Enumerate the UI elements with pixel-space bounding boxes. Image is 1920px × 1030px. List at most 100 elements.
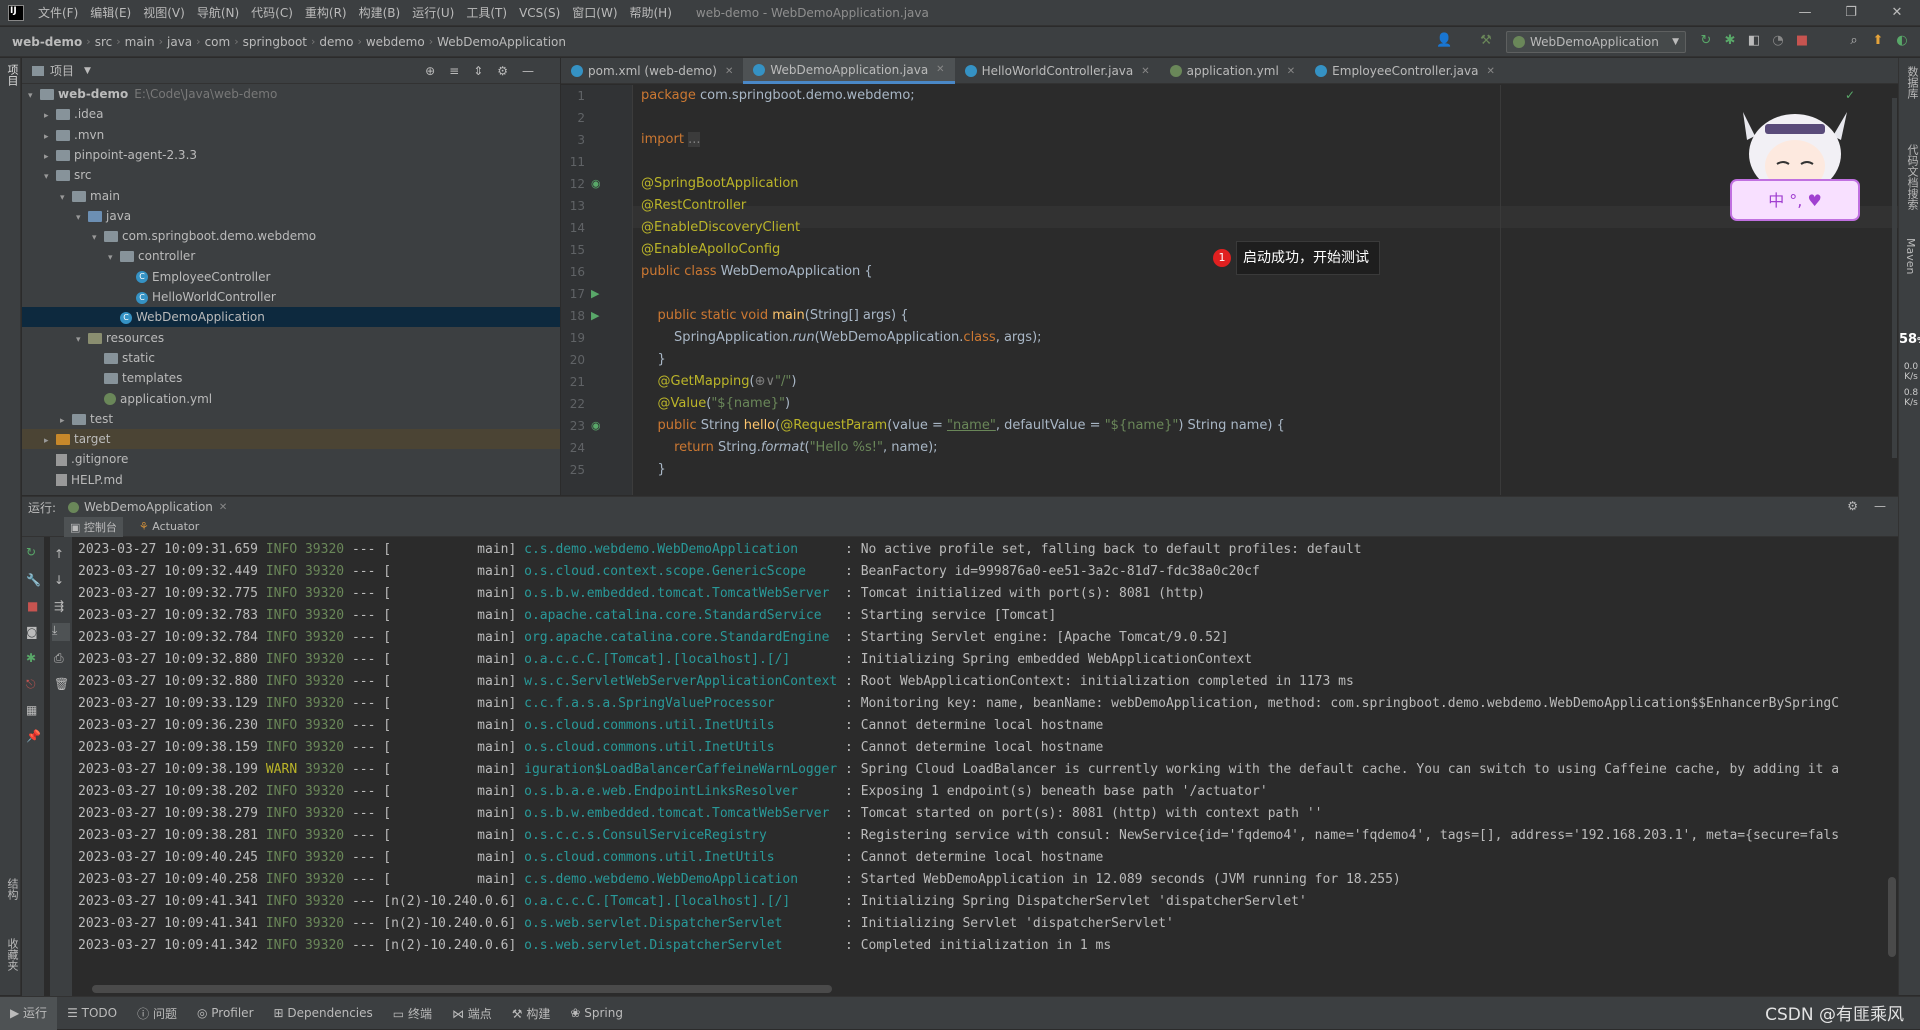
console-vscrollbar[interactable] bbox=[1888, 877, 1896, 957]
update-icon[interactable]: ⬆ bbox=[1870, 33, 1886, 49]
run-config-select[interactable]: WebDemoApplication ▼ bbox=[1506, 31, 1686, 53]
doc-search-tool-tab[interactable]: 代码文档搜索 bbox=[1904, 144, 1920, 210]
exit-icon[interactable]: ⎋ bbox=[26, 677, 36, 692]
expanded-arrow-icon[interactable]: ▾ bbox=[108, 248, 120, 268]
editor-scrollbar[interactable] bbox=[1892, 98, 1897, 458]
favorites-tool-tab[interactable]: 收藏夹 bbox=[4, 938, 20, 971]
close-button[interactable]: ✕ bbox=[1874, 0, 1920, 26]
collapsed-arrow-icon[interactable]: ▸ bbox=[44, 431, 56, 451]
editor-tab[interactable]: HelloWorldController.java ✕ bbox=[955, 58, 1160, 84]
scroll-to-end-icon[interactable]: ⤓ bbox=[52, 623, 70, 641]
database-tool-tab[interactable]: 数据库 bbox=[1904, 66, 1920, 99]
breadcrumb-item[interactable]: WebDemoApplication bbox=[433, 35, 570, 49]
tree-item[interactable]: ▸ .idea bbox=[22, 104, 560, 124]
minimize-panel-icon[interactable]: — bbox=[1874, 499, 1886, 513]
stop-icon[interactable]: ■ bbox=[1794, 33, 1810, 49]
arrow-down-icon[interactable]: ↓ bbox=[54, 573, 64, 587]
menu-item[interactable]: 窗口(W) bbox=[566, 0, 623, 26]
menu-item[interactable]: 帮助(H) bbox=[624, 0, 678, 26]
close-icon[interactable]: ✕ bbox=[936, 64, 944, 75]
status-tab-endpoints[interactable]: ⋈ 端点 bbox=[442, 1005, 502, 1022]
tree-item[interactable]: ▾ web-demo E:\Code\Java\web-demo bbox=[22, 84, 560, 104]
expanded-arrow-icon[interactable]: ▾ bbox=[76, 330, 88, 350]
expanded-arrow-icon[interactable]: ▾ bbox=[28, 86, 40, 106]
wrench-icon[interactable]: 🔧 bbox=[26, 573, 41, 587]
stop-icon[interactable]: ■ bbox=[27, 599, 38, 613]
run-gutter-icon[interactable]: ▶ bbox=[591, 309, 599, 322]
editor-tab[interactable]: WebDemoApplication.java ✕ bbox=[743, 58, 955, 84]
breadcrumb-item[interactable]: main bbox=[121, 35, 159, 49]
bean-icon[interactable]: ◉ bbox=[591, 419, 601, 432]
soft-wrap-icon[interactable]: ⇶ bbox=[54, 599, 64, 613]
tree-item[interactable]: ▸ pinpoint-agent-2.3.3 bbox=[22, 145, 560, 165]
console-hscrollbar[interactable] bbox=[92, 985, 832, 993]
user-icon[interactable]: 👤 bbox=[1436, 33, 1452, 49]
panel-actions[interactable]: ⊕≡⇕⚙— bbox=[425, 64, 548, 78]
tree-item[interactable]: ▾ src bbox=[22, 165, 560, 185]
menu-item[interactable]: 文件(F) bbox=[32, 0, 84, 26]
close-icon[interactable]: ✕ bbox=[725, 66, 733, 77]
search-icon[interactable]: ⌕ bbox=[1846, 33, 1862, 49]
tree-item[interactable]: static bbox=[22, 348, 560, 368]
editor-tab[interactable]: application.yml ✕ bbox=[1160, 58, 1306, 84]
menu-item[interactable]: 运行(U) bbox=[406, 0, 460, 26]
tree-item[interactable]: .gitignore bbox=[22, 449, 560, 469]
rerun-icon[interactable]: ↻ bbox=[26, 545, 36, 559]
tab-actuator[interactable]: ⚘ Actuator bbox=[133, 518, 205, 535]
maven-tool-tab[interactable]: Maven bbox=[1904, 238, 1917, 274]
tree-item[interactable]: ▾ main bbox=[22, 186, 560, 206]
close-icon[interactable]: ✕ bbox=[1487, 66, 1495, 77]
status-tab-problems[interactable]: ⓘ 问题 bbox=[127, 1005, 187, 1022]
collapsed-arrow-icon[interactable]: ▸ bbox=[60, 411, 72, 431]
project-panel-title[interactable]: 项目 bbox=[50, 62, 74, 79]
trash-icon[interactable]: 🗑 bbox=[54, 677, 69, 691]
breadcrumb-item[interactable]: springboot bbox=[239, 35, 311, 49]
tree-item[interactable]: ▸ .mvn bbox=[22, 125, 560, 145]
menu-item[interactable]: 导航(N) bbox=[191, 0, 245, 26]
debug-icon[interactable]: ✱ bbox=[1722, 33, 1738, 49]
editor-tab[interactable]: EmployeeController.java ✕ bbox=[1305, 58, 1505, 84]
tree-item[interactable]: C WebDemoApplication bbox=[22, 307, 560, 328]
run-config-tab[interactable]: WebDemoApplication bbox=[84, 500, 213, 514]
menu-item[interactable]: 工具(T) bbox=[460, 0, 513, 26]
breadcrumb-item[interactable]: java bbox=[163, 35, 196, 49]
tree-item[interactable]: ▸ target bbox=[22, 429, 560, 451]
tree-item[interactable]: application.yml bbox=[22, 389, 560, 409]
profile-icon[interactable]: ◔ bbox=[1770, 33, 1786, 49]
expanded-arrow-icon[interactable]: ▾ bbox=[76, 208, 88, 228]
editor-tab[interactable]: pom.xml (web-demo) ✕ bbox=[561, 58, 743, 84]
breadcrumb-item[interactable]: web-demo bbox=[0, 35, 86, 49]
gear-icon[interactable]: ⚙ bbox=[1847, 499, 1858, 513]
build-hammer-icon[interactable]: ⚒ bbox=[1478, 33, 1494, 49]
menu-item[interactable]: 重构(R) bbox=[299, 0, 353, 26]
bean-icon[interactable]: ◉ bbox=[591, 177, 601, 190]
breadcrumb-item[interactable]: com bbox=[201, 35, 235, 49]
status-tab-terminal[interactable]: ▭ 终端 bbox=[383, 1005, 442, 1022]
plugin-icon[interactable]: ◐ bbox=[1894, 33, 1910, 49]
project-tool-tab[interactable]: 项目 bbox=[4, 64, 20, 86]
collapsed-arrow-icon[interactable]: ▸ bbox=[44, 106, 56, 126]
camera-icon[interactable]: ◙ bbox=[26, 625, 38, 639]
menu-item[interactable]: VCS(S) bbox=[513, 0, 566, 26]
debug-icon[interactable]: ✱ bbox=[26, 651, 36, 665]
status-tab-profiler[interactable]: ◎ Profiler bbox=[187, 1006, 264, 1020]
collapsed-arrow-icon[interactable]: ▸ bbox=[44, 127, 56, 147]
close-icon[interactable]: ✕ bbox=[1141, 66, 1149, 77]
arrow-up-icon[interactable]: ↑ bbox=[54, 547, 64, 561]
tree-item[interactable]: ▾ java bbox=[22, 206, 560, 226]
expanded-arrow-icon[interactable]: ▾ bbox=[44, 167, 56, 187]
breadcrumb-item[interactable]: demo bbox=[315, 35, 357, 49]
status-tab-dependencies[interactable]: ⊞ Dependencies bbox=[264, 1006, 383, 1020]
menu-item[interactable]: 编辑(E) bbox=[84, 0, 137, 26]
status-tab-build[interactable]: ⚒ 构建 bbox=[502, 1005, 561, 1022]
maximize-button[interactable]: ❐ bbox=[1828, 0, 1874, 26]
tree-item[interactable]: ▾ resources bbox=[22, 328, 560, 348]
tree-item[interactable]: C EmployeeController bbox=[22, 267, 560, 287]
close-icon[interactable]: ✕ bbox=[219, 502, 227, 513]
tree-item[interactable]: templates bbox=[22, 368, 560, 388]
tab-console[interactable]: ▣ 控制台 bbox=[64, 516, 123, 537]
breadcrumb-item[interactable]: src bbox=[91, 35, 117, 49]
print-icon[interactable]: ⎙ bbox=[54, 651, 64, 666]
status-tab-todo[interactable]: ☰ TODO bbox=[57, 1006, 127, 1020]
expanded-arrow-icon[interactable]: ▾ bbox=[60, 188, 72, 208]
